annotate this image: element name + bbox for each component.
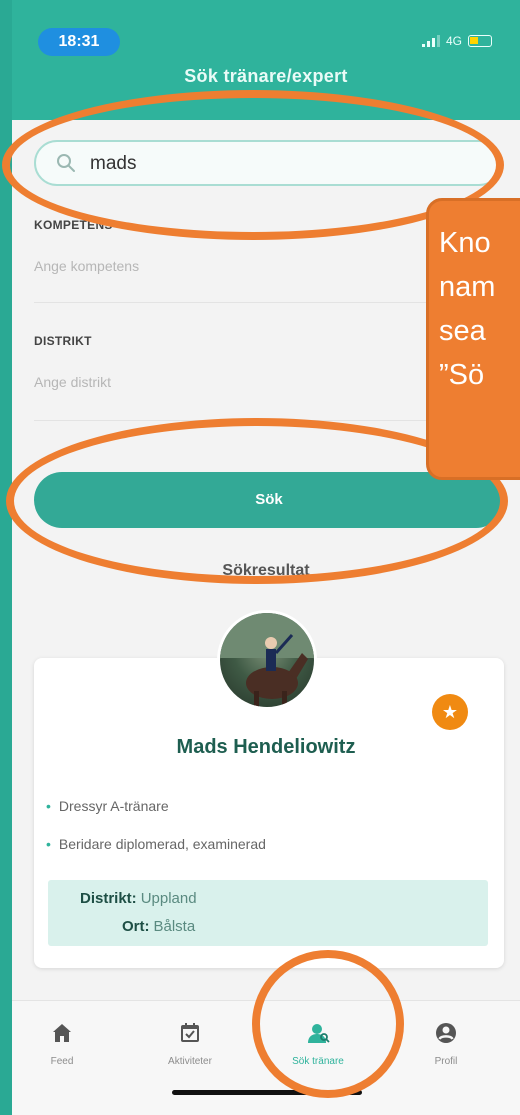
district-label: DISTRIKT — [34, 334, 92, 348]
location-info: Distrikt: Uppland Ort: Bålsta — [48, 880, 488, 946]
annotation-ring-tab — [252, 950, 404, 1098]
tab-feed[interactable]: Feed — [12, 1021, 112, 1067]
tab-label: Aktiviteter — [168, 1056, 212, 1067]
city-key: Ort: — [122, 918, 150, 935]
battery-icon — [468, 35, 492, 47]
tab-profil[interactable]: Profil — [396, 1021, 496, 1067]
city-value: Bålsta — [153, 918, 196, 935]
status-indicators: 4G — [421, 34, 492, 48]
tab-label: Profil — [434, 1056, 458, 1067]
district-key: Distrikt: — [80, 890, 137, 907]
bullet-icon: • — [46, 836, 51, 852]
callout-line: ”Sö — [439, 359, 485, 391]
district-field[interactable]: Ange distrikt — [34, 374, 111, 390]
network-label: 4G — [445, 34, 462, 48]
calendar-check-icon — [181, 1023, 199, 1042]
signal-icon — [421, 35, 440, 47]
tab-aktiviteter[interactable]: Aktiviteter — [140, 1021, 240, 1067]
qualification-text: Beridare diplomerad, examinerad — [58, 836, 266, 852]
page-title: Sök tränare/expert — [184, 66, 348, 86]
favorite-star-icon[interactable]: ★ — [432, 694, 468, 730]
trainer-name: Mads Hendeliowitz — [176, 736, 356, 758]
annotation-callout: Kno nam sea ”Sö — [426, 198, 520, 480]
list-item: • Dressyr A-tränare — [46, 798, 169, 814]
status-time: 18:31 — [38, 28, 120, 56]
competence-field[interactable]: Ange kompetens — [34, 258, 139, 274]
qualification-text: Dressyr A-tränare — [58, 798, 169, 814]
profile-icon — [436, 1023, 456, 1043]
district-row: Distrikt: Uppland — [80, 890, 197, 907]
city-row: Ort: Bålsta — [122, 918, 195, 935]
callout-line: sea — [439, 315, 486, 347]
home-icon — [53, 1024, 71, 1042]
callout-line: Kno — [439, 227, 491, 259]
tab-label: Feed — [50, 1056, 74, 1067]
avatar — [217, 610, 317, 710]
callout-line: nam — [439, 271, 496, 303]
bullet-icon: • — [46, 798, 51, 814]
district-value: Uppland — [140, 890, 197, 907]
list-item: • Beridare diplomerad, examinerad — [46, 836, 266, 852]
